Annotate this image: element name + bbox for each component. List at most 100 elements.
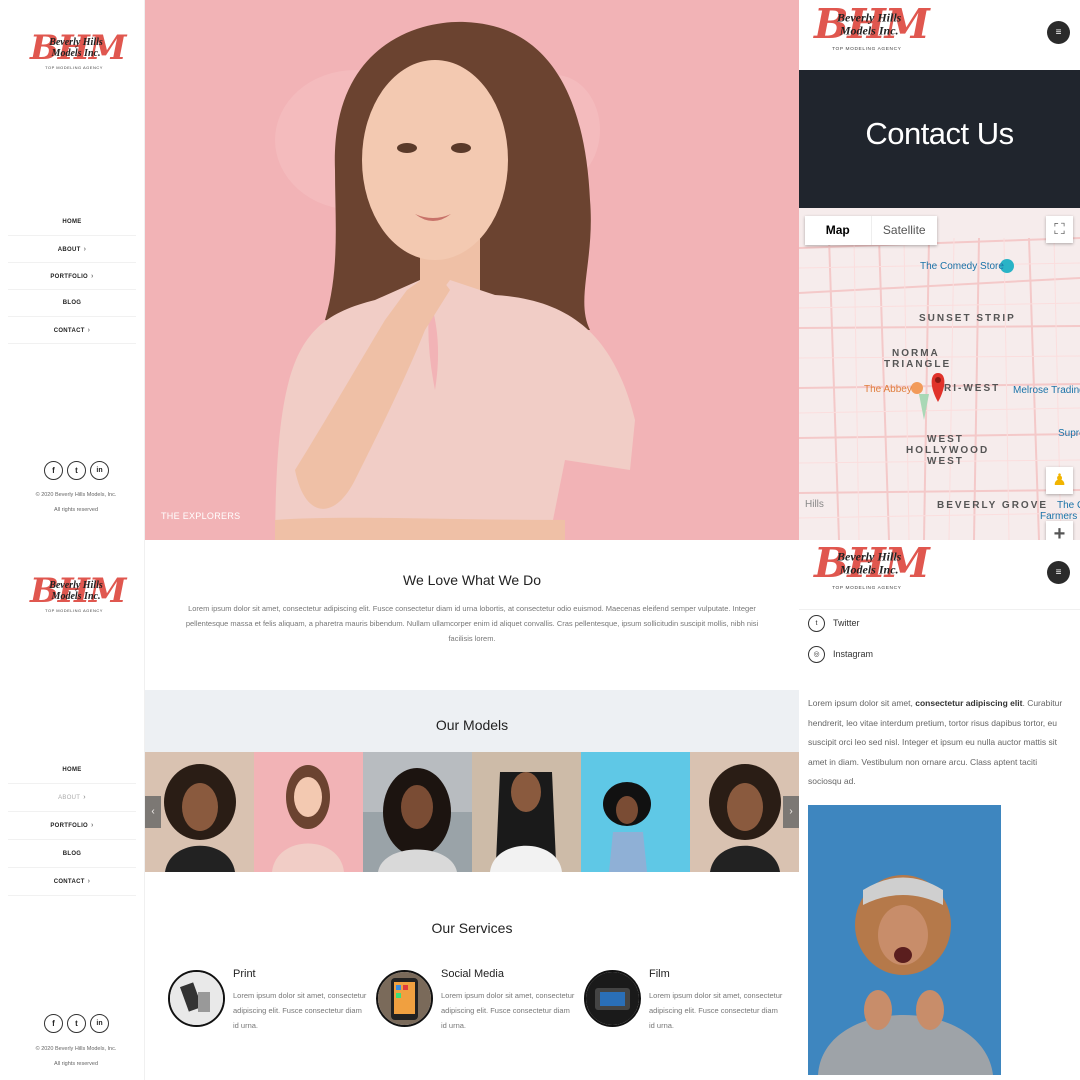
sidebar-item-contact[interactable]: CONTACT › <box>8 317 136 344</box>
chevron-right-icon: › <box>91 273 94 280</box>
fullscreen-icon[interactable]: ⛶ <box>1046 216 1073 243</box>
blog-header: BHM Beverly Hills Models Inc. TOP MODELI… <box>799 540 1080 610</box>
sidebar-item-label: CONTACT <box>53 328 85 334</box>
sidebar-item-portfolio[interactable]: PORTFOLIO › <box>8 263 136 290</box>
copyright: © 2020 Beverly Hills Models, Inc. All ri… <box>8 1042 144 1072</box>
screenshot-collage: BHM Beverly Hills Models Inc. TOP MODELI… <box>0 0 1080 1080</box>
logo-tagline: TOP MODELING AGENCY <box>45 608 103 613</box>
link-label: Instagram <box>833 649 874 659</box>
map-label: Melrose Trading <box>1013 385 1080 396</box>
sidebar-top: BHM Beverly Hills Models Inc. TOP MODELI… <box>0 0 145 540</box>
sidebar-item-blog[interactable]: BLOG <box>8 840 136 868</box>
hamburger-icon[interactable]: ≡ <box>1047 561 1070 584</box>
about-text-bold: consectetur adipiscing elit <box>915 698 1023 708</box>
section-title-love: We Love What We Do <box>403 572 541 588</box>
sidebar-item-label: BLOG <box>62 300 82 306</box>
twitter-icon[interactable]: t <box>67 1014 86 1033</box>
brand-logo[interactable]: BHM Beverly Hills Models Inc. TOP MODELI… <box>30 574 127 620</box>
instagram-link[interactable]: ◎ Instagram <box>808 645 874 664</box>
sidebar-item-label: PORTFOLIO <box>50 274 89 280</box>
sidebar-item-about[interactable]: ABOUT › <box>8 784 136 812</box>
sidebar-item-home[interactable]: HOME <box>8 756 136 784</box>
logo-name: Beverly Hills Models Inc. <box>821 551 917 577</box>
map-type-tabs: Map Satellite <box>805 216 937 245</box>
google-map[interactable]: Map Satellite ⛶ ♟ + The Comedy Store SUN… <box>799 208 1080 540</box>
contact-banner: Contact Us <box>799 70 1080 208</box>
chevron-right-icon: › <box>83 246 87 253</box>
logo-name-line2: Models Inc. <box>839 25 899 39</box>
sidebar-item-about[interactable]: ABOUT › <box>8 236 136 263</box>
logo-name-line1: Beverly Hills <box>837 11 902 25</box>
sidebar-item-label: ABOUT <box>57 247 81 253</box>
map-label: NORMA <box>892 348 940 359</box>
pegman-icon[interactable]: ♟ <box>1046 467 1073 494</box>
sidebar-item-home[interactable]: HOME <box>8 209 136 236</box>
model-card[interactable] <box>363 752 472 872</box>
map-label: The Comedy Store <box>920 261 1004 272</box>
model-card[interactable] <box>472 752 581 872</box>
chevron-right-icon: › <box>83 794 86 801</box>
brand-logo[interactable]: BHM Beverly Hills Models Inc. TOP MODELI… <box>814 544 930 599</box>
hero-photo <box>275 21 635 540</box>
map-label: HOLLYWOOD <box>906 445 990 456</box>
logo-name-line1: Beverly Hills <box>49 37 103 48</box>
carousel-prev-icon[interactable]: ‹ <box>145 796 161 828</box>
about-text-end: . Curabitur hendrerit, leo vitae interdu… <box>808 698 1063 786</box>
copyright: © 2020 Beverly Hills Models, Inc. All ri… <box>8 488 144 518</box>
model-card[interactable] <box>145 752 254 872</box>
logo-tagline: TOP MODELING AGENCY <box>832 584 902 591</box>
sidebar-item-portfolio[interactable]: PORTFOLIO › <box>8 812 136 840</box>
service-social-media[interactable]: Social Media Lorem ipsum dolor sit amet,… <box>376 968 576 1038</box>
logo-name: Beverly Hills Models Inc. <box>36 37 116 59</box>
sidebar-item-label: BLOG <box>62 851 82 857</box>
model-card[interactable] <box>254 752 363 872</box>
zoom-in-icon[interactable]: + <box>1046 521 1073 540</box>
sidebar-item-contact[interactable]: CONTACT › <box>8 868 136 896</box>
model-feature-photo <box>808 805 1001 1075</box>
service-desc: Lorem ipsum dolor sit amet, consectetur … <box>441 991 575 1030</box>
sidebar-item-blog[interactable]: BLOG <box>8 290 136 317</box>
logo-name-line2: Models Inc. <box>51 48 101 59</box>
facebook-icon[interactable]: f <box>44 1014 63 1033</box>
twitter-link[interactable]: t Twitter <box>808 614 860 633</box>
model-card[interactable] <box>581 752 690 872</box>
map-label: BEVERLY GROVE <box>937 500 1049 511</box>
service-print[interactable]: Print Lorem ipsum dolor sit amet, consec… <box>168 968 368 1038</box>
service-film[interactable]: Film Lorem ipsum dolor sit amet, consect… <box>584 968 784 1038</box>
linkedin-icon[interactable]: in <box>90 461 109 480</box>
service-desc: Lorem ipsum dolor sit amet, consectetur … <box>649 991 783 1030</box>
linkedin-icon[interactable]: in <box>90 1014 109 1033</box>
logo-tagline: TOP MODELING AGENCY <box>45 65 103 70</box>
brand-logo[interactable]: BHM Beverly Hills Models Inc. TOP MODELI… <box>30 31 127 77</box>
logo-name-line2: Models Inc. <box>51 591 101 602</box>
model-photo <box>164 764 236 872</box>
section-title-services: Our Services <box>431 920 513 936</box>
service-title: Print <box>233 968 256 980</box>
service-title: Film <box>649 968 670 980</box>
smartphone-icon <box>376 970 433 1027</box>
copyright-line1: © 2020 Beverly Hills Models, Inc. <box>35 1046 117 1052</box>
social-links: f t in <box>44 1014 110 1034</box>
carousel-next-icon[interactable]: › <box>783 796 799 828</box>
hero-slider[interactable]: THE EXPLORERS <box>145 0 799 540</box>
map-label: The Abbey <box>864 384 912 395</box>
tab-satellite[interactable]: Satellite <box>872 216 938 245</box>
chevron-right-icon: › <box>87 327 91 334</box>
hamburger-icon[interactable]: ≡ <box>1047 21 1070 44</box>
logo-name: Beverly Hills Models Inc. <box>36 580 116 602</box>
sidebar-item-label: HOME <box>62 219 82 225</box>
twitter-icon[interactable]: t <box>67 461 86 480</box>
facebook-icon[interactable]: f <box>44 461 63 480</box>
map-label: WEST <box>927 434 964 445</box>
brand-logo[interactable]: BHM Beverly Hills Models Inc. TOP MODELI… <box>814 5 930 60</box>
models-carousel[interactable] <box>145 752 799 872</box>
tab-map[interactable]: Map <box>805 216 872 245</box>
logo-tagline: TOP MODELING AGENCY <box>832 45 902 52</box>
link-label: Twitter <box>833 618 860 628</box>
print-icon <box>168 970 225 1027</box>
copyright-line2: All rights reserved <box>53 1061 99 1067</box>
sidebar-item-label: ABOUT <box>58 795 81 801</box>
social-links: f t in <box>44 461 110 481</box>
hero-caption: THE EXPLORERS <box>161 511 241 521</box>
copyright-line2: All rights reserved <box>53 507 99 513</box>
